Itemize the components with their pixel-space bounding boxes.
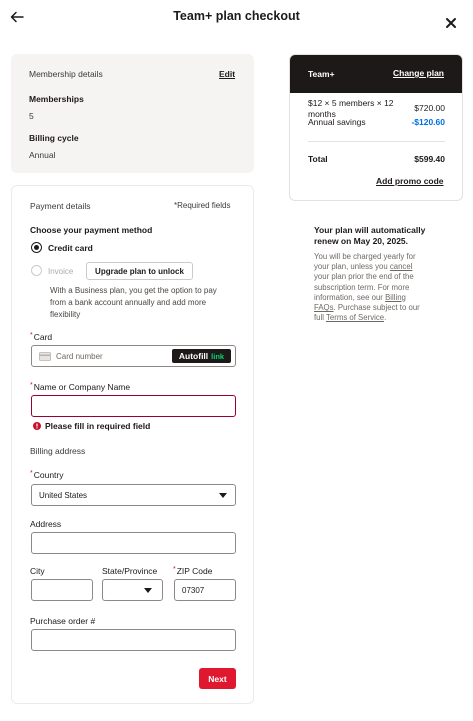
address-input[interactable]	[31, 532, 236, 554]
required-fields-note: *Required fields	[174, 201, 231, 210]
renewal-body: You will be charged yearly for your plan…	[314, 252, 442, 323]
billing-cycle-value: Annual	[29, 150, 56, 160]
state-label: State/Province	[102, 566, 158, 576]
business-note-line: flexibility	[50, 310, 81, 319]
name-field-label: *Name or Company Name	[30, 382, 130, 392]
autofill-link-button[interactable]: Autofill link	[172, 349, 231, 363]
edit-membership-link[interactable]: Edit	[219, 69, 235, 79]
terms-of-service-link[interactable]: Terms of Service	[326, 313, 384, 322]
renewal-text: .	[384, 313, 387, 323]
line-item-text: $12 × 5 members × 12	[308, 98, 394, 108]
memberships-label: Memberships	[29, 94, 84, 104]
billing-faqs-link-cont[interactable]: FAQs	[314, 303, 334, 312]
renewal-body-line: information, see our Billing	[314, 293, 442, 303]
zip-input[interactable]: 07307	[174, 579, 236, 601]
page-title: Team+ plan checkout	[173, 9, 300, 23]
purchase-order-label: Purchase order #	[30, 616, 96, 626]
membership-section-label: Membership details	[29, 69, 103, 79]
chevron-down-icon	[144, 588, 152, 593]
renewal-body-line: full Terms of Service.	[314, 313, 442, 323]
summary-header: Team+ Change plan	[290, 55, 462, 93]
required-asterisk: *	[30, 382, 33, 389]
name-label-text: Name or Company Name	[33, 382, 131, 392]
plan-name: Team+	[308, 69, 335, 79]
required-asterisk: *	[30, 332, 33, 339]
required-asterisk: *	[30, 470, 33, 477]
required-asterisk: *	[173, 566, 176, 573]
divider	[308, 141, 445, 142]
membership-details-card: Membership details Edit Memberships 5 Bi…	[11, 54, 254, 173]
memberships-value: 5	[29, 111, 34, 121]
upgrade-plan-button[interactable]: Upgrade plan to unlock	[86, 262, 193, 280]
add-promo-code-link[interactable]: Add promo code	[376, 176, 444, 186]
invoice-radio	[31, 265, 42, 276]
billing-faqs-link[interactable]: Billing	[385, 293, 406, 302]
billing-cycle-label: Billing cycle	[29, 133, 79, 143]
country-field-label: *Country	[30, 470, 64, 480]
payment-method-label: Choose your payment method	[30, 225, 153, 235]
card-field-label: *Card	[30, 332, 52, 342]
renewal-title-line: renew on May 20, 2025.	[314, 236, 409, 246]
renewal-body-line: your plan, unless you cancel	[314, 262, 442, 272]
card-icon	[39, 352, 51, 361]
renewal-text: information, see our	[314, 292, 386, 302]
savings-label: Annual savings	[308, 117, 366, 127]
error-message: Please fill in required field	[45, 421, 151, 431]
renewal-text: your plan, unless you	[314, 262, 390, 272]
renewal-text: full	[314, 313, 326, 323]
renewal-title-line: Your plan will automatically	[314, 225, 426, 235]
error-icon	[33, 422, 41, 430]
card-number-field[interactable]: Card number Autofill link	[31, 345, 236, 367]
credit-card-radio[interactable]	[31, 242, 42, 253]
business-plan-note: With a Business plan, you get the option…	[50, 285, 217, 321]
invoice-label: Invoice	[48, 267, 74, 276]
business-note-line: from a bank account annually and add mor…	[50, 298, 207, 307]
change-plan-link[interactable]: Change plan	[393, 68, 444, 78]
next-button[interactable]: Next	[199, 668, 236, 689]
payment-details-card: Payment details *Required fields Choose …	[11, 185, 254, 704]
autofill-label: Autofill	[178, 351, 209, 361]
address-label: Address	[30, 519, 62, 529]
payment-section-label: Payment details	[30, 201, 91, 211]
country-selected-value: United States	[39, 491, 88, 500]
country-label-text: Country	[33, 470, 64, 480]
renewal-notice: Your plan will automatically renew on Ma…	[314, 225, 442, 323]
credit-card-label[interactable]: Credit card	[48, 243, 93, 253]
link-brand-label: link	[211, 351, 225, 361]
renewal-body-line: FAQs. Purchase subject to our	[314, 303, 442, 313]
zip-value: 07307	[182, 586, 205, 595]
purchase-order-input[interactable]	[31, 629, 236, 651]
city-input[interactable]	[31, 579, 93, 601]
renewal-title: Your plan will automatically renew on Ma…	[314, 225, 442, 247]
card-number-placeholder: Card number	[56, 352, 103, 361]
name-input[interactable]	[31, 395, 236, 417]
city-label: City	[30, 566, 45, 576]
order-summary-card: Team+ Change plan $12 × 5 members × 12 m…	[289, 54, 463, 201]
cancel-link[interactable]: cancel	[390, 262, 413, 271]
card-label-text: Card	[33, 332, 53, 342]
state-select[interactable]	[102, 579, 163, 601]
renewal-body-line: your plan prior the end of the	[314, 272, 414, 282]
business-note-line: With a Business plan, you get the option…	[50, 286, 217, 295]
chevron-down-icon	[219, 493, 227, 498]
zip-field-label: *ZIP Code	[173, 566, 213, 576]
zip-label-text: ZIP Code	[176, 566, 213, 576]
total-amount: $599.40	[414, 154, 445, 164]
line-item-amount: $720.00	[414, 103, 445, 113]
billing-address-label: Billing address	[30, 446, 86, 456]
country-select[interactable]: United States	[31, 484, 236, 506]
total-label: Total	[308, 154, 328, 164]
renewal-body-line: subscription term. For more	[314, 282, 410, 292]
savings-amount: -$120.60	[411, 117, 445, 127]
renewal-text: . Purchase subject to our	[333, 303, 420, 313]
renewal-body-line: You will be charged yearly for	[314, 252, 416, 261]
close-icon[interactable]	[444, 16, 458, 30]
